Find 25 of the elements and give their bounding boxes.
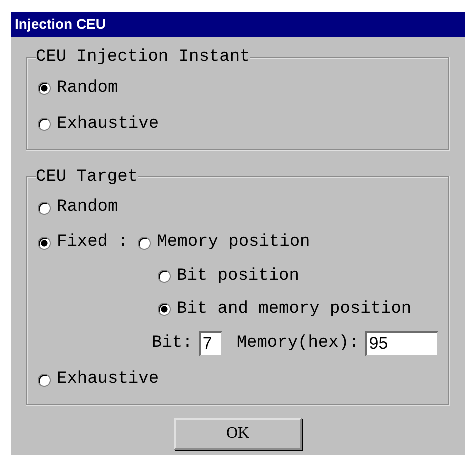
- radio-label[interactable]: Exhaustive: [57, 112, 160, 138]
- radio-button[interactable]: [38, 374, 51, 386]
- group-title: CEU Injection Instant: [36, 47, 250, 69]
- radio-button[interactable]: [38, 202, 51, 214]
- radio-label[interactable]: Fixed: [57, 230, 108, 256]
- radio-button[interactable]: [158, 303, 171, 316]
- radio-button[interactable]: [38, 236, 51, 250]
- radio-button[interactable]: [38, 118, 51, 131]
- radio-label[interactable]: Memory position: [157, 230, 310, 256]
- input-field[interactable]: 7: [198, 331, 223, 357]
- radio-label[interactable]: Random: [57, 76, 118, 102]
- radio-button[interactable]: [38, 82, 51, 95]
- input-field[interactable]: 95: [365, 331, 440, 357]
- radio-button[interactable]: [158, 270, 171, 283]
- field-label: Memory(hex):: [236, 333, 360, 356]
- radio-label[interactable]: Bit position: [177, 264, 300, 290]
- ok-button[interactable]: OK: [174, 418, 302, 450]
- radio-label[interactable]: Bit and memory position: [177, 296, 412, 322]
- radio-label[interactable]: Exhaustive: [57, 367, 160, 393]
- group-title: CEU Target: [36, 166, 138, 188]
- radio-label[interactable]: Random: [57, 195, 118, 221]
- window-title: Injection CEU: [15, 15, 106, 34]
- field-label: Bit:: [152, 333, 193, 356]
- radio-button[interactable]: [138, 236, 152, 250]
- separator-colon: :: [118, 232, 128, 254]
